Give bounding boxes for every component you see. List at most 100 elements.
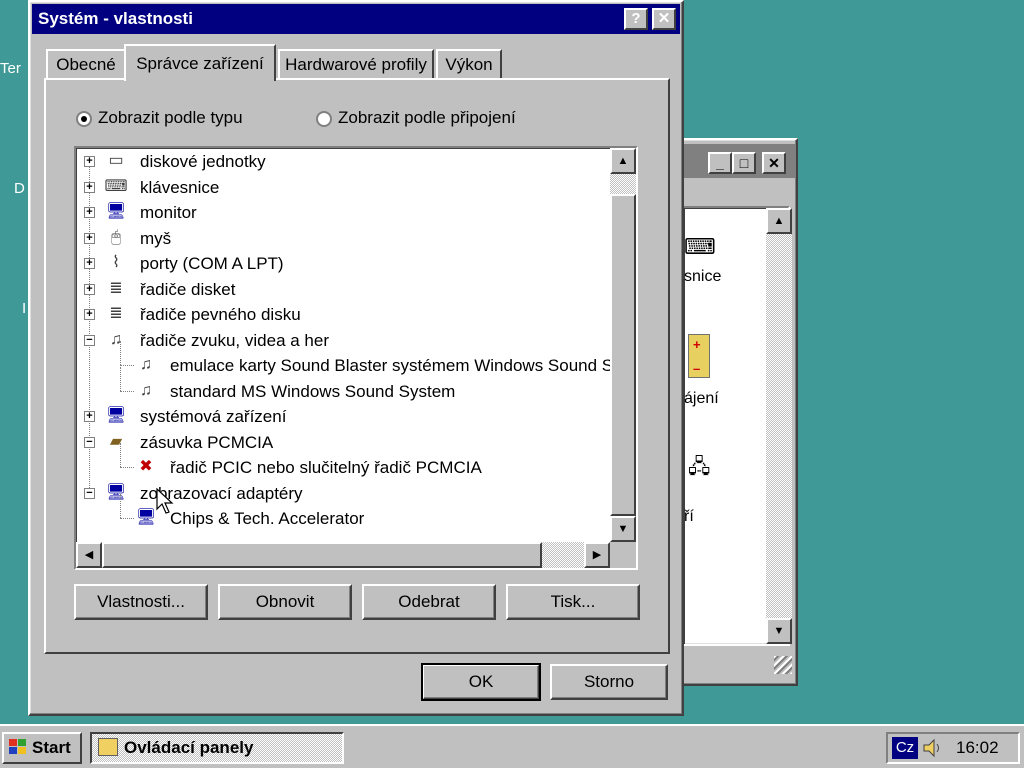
vertical-scrollbar[interactable]: ▲ ▼ xyxy=(610,148,636,542)
battery-icon[interactable]: + – xyxy=(688,334,710,378)
ok-button[interactable]: OK xyxy=(421,663,541,701)
scroll-up-button[interactable]: ▲ xyxy=(766,208,792,234)
vertical-scrollbar[interactable]: ▲ ▼ xyxy=(766,208,792,644)
help-button[interactable]: ? xyxy=(624,8,648,30)
system-properties-dialog: Systém - vlastnosti ? ✕ Obecné Správce z… xyxy=(28,0,684,716)
expand-icon[interactable]: + xyxy=(84,182,95,193)
view-by-connection-radio[interactable]: Zobrazit podle připojení xyxy=(316,108,516,128)
expand-icon[interactable]: + xyxy=(84,233,95,244)
tree-item[interactable]: + ≣ řadiče disket xyxy=(76,277,610,302)
desktop-icon-label[interactable]: I xyxy=(22,300,26,317)
device-tree-list: + ▭ diskové jednotky + ⌨ klávesnice + 🖥 monitor +… xyxy=(76,148,610,542)
collapse-icon[interactable]: − xyxy=(84,335,95,346)
tree-item-label: zásuvka PCMCIA xyxy=(140,433,274,452)
tree-item[interactable]: + ⌨ klávesnice xyxy=(76,175,610,200)
scroll-right-button[interactable]: ▶ xyxy=(584,542,610,568)
keyboard-icon: ⌨ xyxy=(104,178,128,195)
tab-performance[interactable]: Výkon xyxy=(436,49,502,79)
sound-video-game-icon: ♫ xyxy=(110,331,122,348)
control-panel-item-label[interactable]: ájení xyxy=(684,390,719,408)
scroll-track[interactable] xyxy=(766,234,792,618)
language-indicator[interactable]: Cz xyxy=(892,737,918,759)
tab-general[interactable]: Obecné xyxy=(46,49,126,79)
tab-label: Výkon xyxy=(445,55,493,74)
radio-checked-icon[interactable] xyxy=(76,110,92,127)
expand-icon[interactable]: + xyxy=(84,411,95,422)
keyboard-icon[interactable]: ⌨ xyxy=(684,234,716,260)
scroll-thumb[interactable] xyxy=(610,194,636,516)
tree-item[interactable]: + 🖥 monitor xyxy=(76,200,610,225)
tree-item[interactable]: + 🖥 systémová zařízení xyxy=(76,404,610,429)
clock[interactable]: 16:02 xyxy=(956,737,999,759)
background-window-titlebar[interactable]: _ □ ✕ xyxy=(678,144,796,178)
tree-connector-line xyxy=(120,443,121,467)
collapse-icon[interactable]: − xyxy=(84,488,95,499)
tree-connector-line xyxy=(120,467,134,468)
desktop-icon-label[interactable]: D xyxy=(14,180,25,197)
view-by-connection-label: Zobrazit podle připojení xyxy=(338,108,516,127)
print-button[interactable]: Tisk... xyxy=(506,584,640,620)
tree-item[interactable]: ✖ řadič PCIC nebo slučitelný řadič PCMCIA xyxy=(76,443,610,480)
resize-grip[interactable] xyxy=(774,656,792,674)
expand-icon[interactable]: + xyxy=(84,284,95,295)
control-panel-item-label[interactable]: ří xyxy=(684,508,694,526)
tree-item[interactable]: + 🖱 myš xyxy=(76,226,610,251)
dialog-titlebar[interactable]: Systém - vlastnosti ? ✕ xyxy=(32,4,680,34)
tree-item-label: řadič PCIC nebo slučitelný řadič PCMCIA xyxy=(170,458,482,477)
print-button-label: Tisk... xyxy=(550,592,596,611)
tree-item[interactable]: ♫ emulace karty Sound Blaster systémem Wi… xyxy=(76,341,610,378)
scroll-corner xyxy=(610,542,636,568)
expand-icon[interactable]: + xyxy=(84,156,95,167)
tab-hardware-profiles[interactable]: Hardwarové profily xyxy=(278,49,434,79)
expand-icon[interactable]: + xyxy=(84,309,95,320)
tree-item-label: myš xyxy=(140,229,172,248)
refresh-button-label: Obnovit xyxy=(255,592,315,611)
horizontal-scrollbar[interactable]: ◀ ▶ xyxy=(76,542,610,568)
scroll-up-button[interactable]: ▲ xyxy=(610,148,636,174)
tree-item[interactable]: + ⌇ porty (COM A LPT) xyxy=(76,251,610,276)
tree-item[interactable]: + ≣ řadiče pevného disku xyxy=(76,302,610,327)
scroll-down-button[interactable]: ▼ xyxy=(766,618,792,644)
view-by-type-radio[interactable]: Zobrazit podle typu xyxy=(76,108,243,128)
maximize-button[interactable]: □ xyxy=(732,152,756,174)
tree-item-label: emulace karty Sound Blaster systémem Win… xyxy=(170,356,610,375)
remove-button[interactable]: Odebrat xyxy=(362,584,496,620)
start-label: Start xyxy=(32,738,71,757)
close-button[interactable]: ✕ xyxy=(762,152,786,174)
radio-unchecked-icon[interactable] xyxy=(316,110,332,127)
control-panel-content: ⌨ snice + – ájení 🖧 ří ▲ ▼ xyxy=(682,206,792,646)
minimize-button[interactable]: _ xyxy=(708,152,732,174)
taskbar-button-control-panel[interactable]: Ovládací panely xyxy=(90,732,344,764)
disk-drive-icon: ▭ xyxy=(108,152,124,169)
mouse-pointer-icon xyxy=(156,488,174,514)
desktop-icon-label[interactable]: Ter xyxy=(0,60,21,77)
network-icon[interactable]: 🖧 xyxy=(688,452,710,486)
start-button[interactable]: Start xyxy=(2,732,82,764)
scroll-down-button[interactable]: ▼ xyxy=(610,516,636,542)
tab-device-manager[interactable]: Správce zařízení xyxy=(124,44,276,81)
floppy-controller-icon: ≣ xyxy=(109,280,123,297)
expand-icon[interactable]: + xyxy=(84,258,95,269)
taskbar: Start Ovládací panely Cz 16:02 xyxy=(0,724,1024,768)
scroll-left-button[interactable]: ◀ xyxy=(76,542,102,568)
close-button[interactable]: ✕ xyxy=(652,8,676,30)
tree-item[interactable]: ♫ standard MS Windows Sound System xyxy=(76,367,610,404)
tree-item-label: řadiče zvuku, videa a her xyxy=(140,331,329,350)
tree-item[interactable]: + ▭ diskové jednotky xyxy=(76,149,610,174)
properties-button[interactable]: Vlastnosti... xyxy=(74,584,208,620)
tree-item-label: řadiče pevného disku xyxy=(140,305,301,324)
control-panel-item-label[interactable]: snice xyxy=(684,268,721,286)
tree-item[interactable]: − ♫ řadiče zvuku, videa a her xyxy=(76,328,610,353)
background-window[interactable]: _ □ ✕ ⌨ snice + – ájení 🖧 ří ▲ ▼ xyxy=(676,138,798,686)
taskbar-button-label: Ovládací panely xyxy=(124,738,254,757)
speaker-icon[interactable] xyxy=(922,737,944,759)
scroll-thumb[interactable] xyxy=(102,542,542,568)
refresh-button[interactable]: Obnovit xyxy=(218,584,352,620)
expand-icon[interactable]: + xyxy=(84,207,95,218)
pcmcia-controller-error-icon: ✖ xyxy=(139,458,153,475)
tree-item-label: standard MS Windows Sound System xyxy=(170,382,456,401)
tree-item[interactable]: − ▰ zásuvka PCMCIA xyxy=(76,430,610,455)
ok-button-label: OK xyxy=(468,672,494,691)
collapse-icon[interactable]: − xyxy=(84,437,95,448)
cancel-button[interactable]: Storno xyxy=(550,664,668,700)
